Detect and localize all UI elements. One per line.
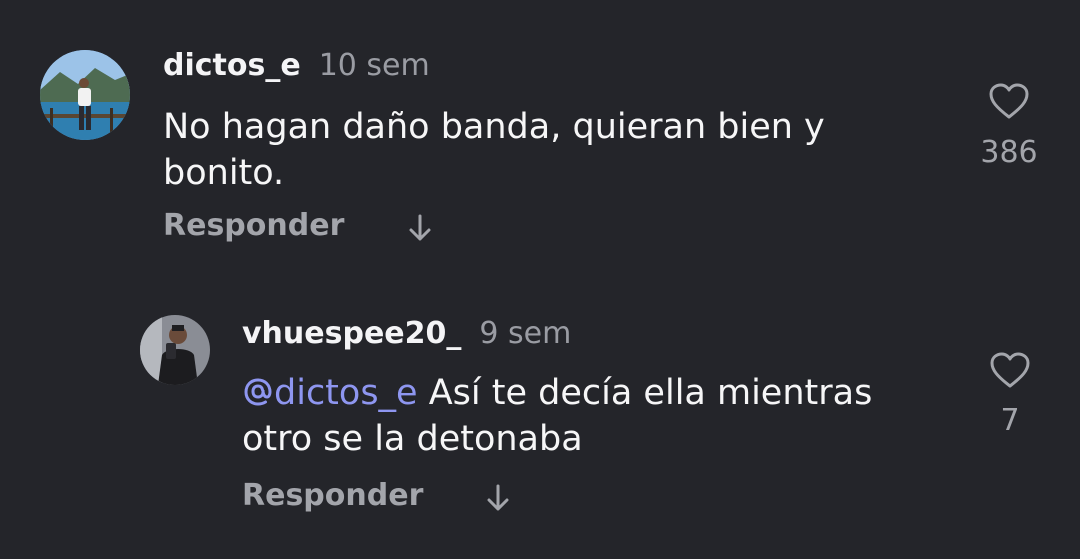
like-count: 7 xyxy=(1000,403,1020,438)
timestamp: 9 sem xyxy=(479,316,572,351)
comment-text: No hagan daño banda, quieran bien y boni… xyxy=(163,107,825,193)
username[interactable]: vhuespee20_ xyxy=(242,316,461,351)
arrow-down-icon[interactable] xyxy=(406,213,434,247)
timestamp: 10 sem xyxy=(318,48,430,83)
username[interactable]: dictos_e xyxy=(163,48,301,83)
mention-username: dictos_e xyxy=(274,373,418,413)
threads-at-icon xyxy=(244,378,272,406)
mention-link[interactable]: dictos_e xyxy=(242,373,418,413)
comment-meta: dictos_e 10 sem xyxy=(163,48,430,83)
avatar[interactable] xyxy=(140,315,210,385)
heart-icon[interactable] xyxy=(988,82,1030,124)
comment-meta: vhuespee20_ 9 sem xyxy=(242,316,571,351)
arrow-down-icon[interactable] xyxy=(484,483,512,517)
reply-button[interactable]: Responder xyxy=(163,208,344,243)
like-count: 386 xyxy=(980,135,1038,170)
avatar[interactable] xyxy=(40,50,130,140)
comment-text: dictos_e Así te decía ella mientras otro… xyxy=(242,370,942,462)
heart-icon[interactable] xyxy=(989,351,1031,393)
reply-button[interactable]: Responder xyxy=(242,478,423,513)
